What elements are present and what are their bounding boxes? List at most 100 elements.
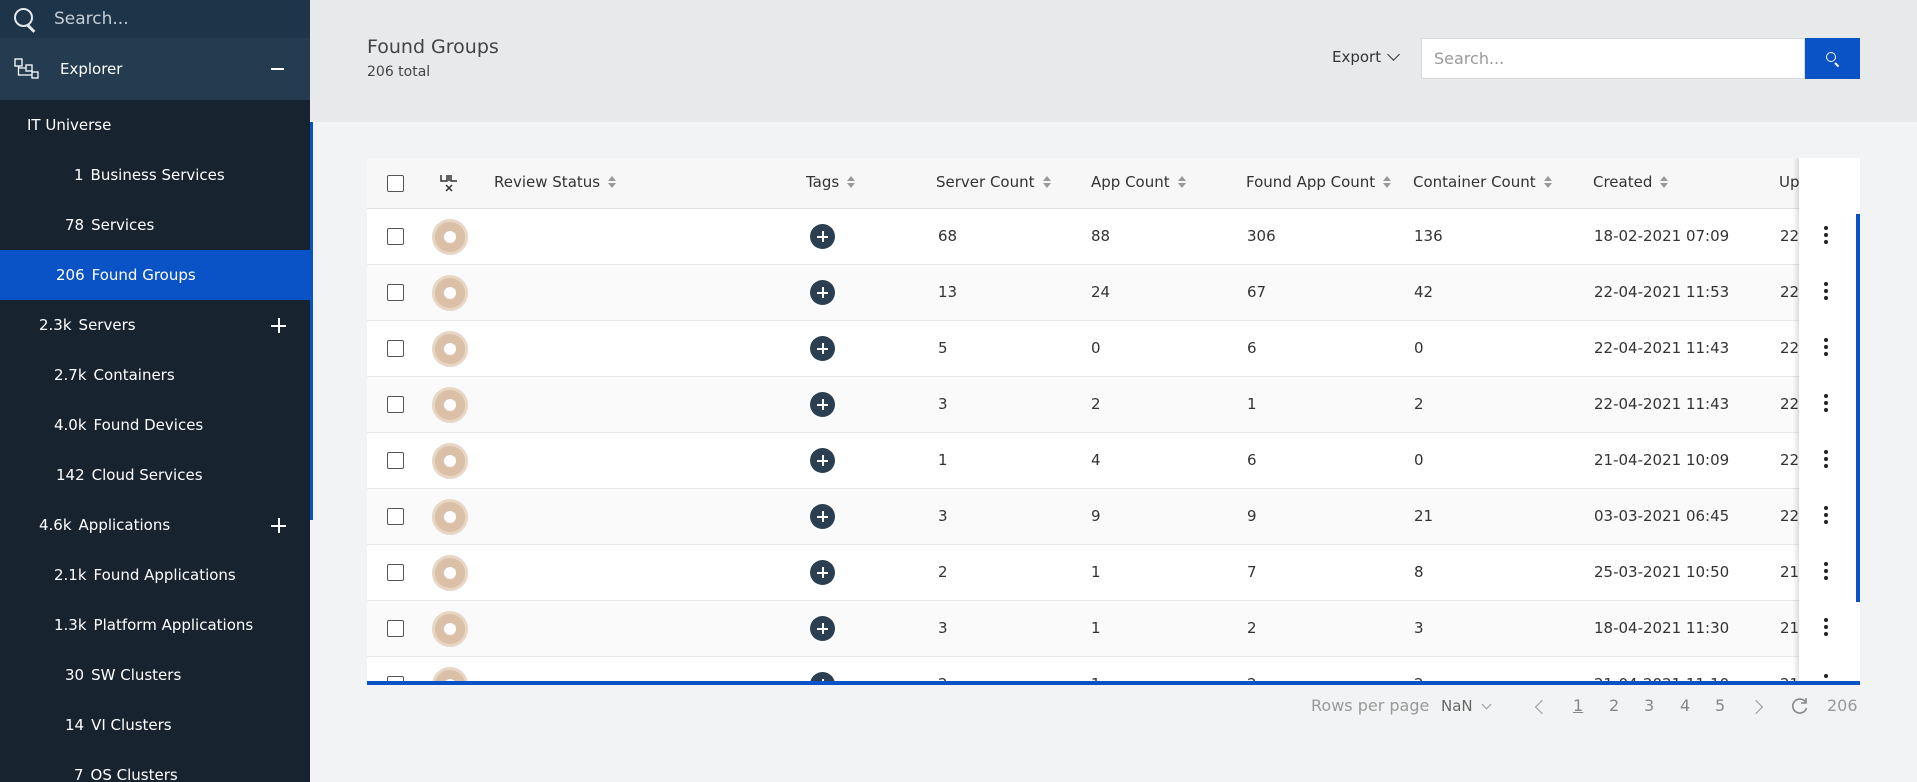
add-tag-button[interactable] — [810, 448, 835, 473]
table-row[interactable]: 3 9 9 21 03-03-2021 06:45 22- — [367, 489, 1860, 545]
expand-icon[interactable] — [271, 518, 286, 533]
row-menu-icon[interactable] — [1824, 506, 1828, 524]
sidebar-item-label: Services — [91, 216, 155, 234]
row-menu-icon[interactable] — [1824, 394, 1828, 412]
add-tag-button[interactable] — [810, 504, 835, 529]
column-container-count[interactable]: Container Count — [1413, 173, 1552, 191]
sort-icon — [847, 175, 856, 189]
cell-found-app-count: 6 — [1247, 451, 1257, 469]
row-checkbox[interactable] — [387, 508, 404, 525]
add-tag-button[interactable] — [810, 224, 835, 249]
sidebar-item-sw-clusters[interactable]: 30 SW Clusters — [0, 650, 310, 700]
add-tag-button[interactable] — [810, 616, 835, 641]
row-checkbox[interactable] — [387, 452, 404, 469]
table-row[interactable]: 3 1 2 3 18-04-2021 11:30 21- — [367, 601, 1860, 657]
table-row[interactable]: 13 24 67 42 22-04-2021 11:53 22- — [367, 265, 1860, 321]
add-tag-button[interactable] — [810, 392, 835, 417]
column-app-count[interactable]: App Count — [1091, 173, 1186, 191]
cell-container-count: 0 — [1414, 451, 1424, 469]
column-tags[interactable]: Tags — [806, 173, 856, 191]
page-1[interactable]: 1 — [1573, 696, 1583, 715]
sidebar-item-os-clusters[interactable]: 7 OS Clusters — [0, 750, 310, 782]
sidebar-item-applications[interactable]: 4.6k Applications — [0, 500, 310, 550]
add-tag-button[interactable] — [810, 336, 835, 361]
row-checkbox[interactable] — [387, 340, 404, 357]
row-checkbox[interactable] — [387, 620, 404, 637]
table-row[interactable]: 68 88 306 136 18-02-2021 07:09 22- — [367, 209, 1860, 265]
column-server-count[interactable]: Server Count — [936, 173, 1051, 191]
row-checkbox[interactable] — [387, 396, 404, 413]
page-header: Found Groups 206 total Export — [310, 0, 1917, 122]
row-menu-icon[interactable] — [1824, 618, 1828, 636]
export-label: Export — [1332, 48, 1382, 66]
sidebar-item-count: 206 — [56, 266, 85, 284]
sidebar-item-services[interactable]: 78 Services — [0, 200, 310, 250]
table-row[interactable]: 1 4 6 0 21-04-2021 10:09 22- — [367, 433, 1860, 489]
table-horizontal-scrollbar[interactable] — [367, 681, 1860, 685]
column-created[interactable]: Created — [1593, 173, 1669, 191]
page-3[interactable]: 3 — [1644, 696, 1654, 715]
row-checkbox[interactable] — [387, 228, 404, 245]
table-vertical-scrollbar[interactable] — [1856, 214, 1860, 602]
sidebar-item-platform-applications[interactable]: 1.3k Platform Applications — [0, 600, 310, 650]
row-menu-icon[interactable] — [1824, 338, 1828, 356]
sidebar-item-label: Platform Applications — [93, 616, 254, 634]
row-actions-column — [1799, 158, 1860, 684]
sidebar-item-vi-clusters[interactable]: 14 VI Clusters — [0, 700, 310, 750]
export-button[interactable]: Export — [1332, 48, 1400, 66]
search-icon[interactable] — [12, 6, 38, 32]
add-tag-button[interactable] — [810, 280, 835, 305]
search-input[interactable] — [1422, 39, 1804, 78]
next-page-icon[interactable] — [1748, 699, 1764, 715]
sidebar-item-servers[interactable]: 2.3k Servers — [0, 300, 310, 350]
sidebar-item-found-applications[interactable]: 2.1k Found Applications — [0, 550, 310, 600]
sidebar-item-cloud-services[interactable]: 142 Cloud Services — [0, 450, 310, 500]
sidebar-item-count: 30 — [65, 666, 85, 684]
expand-icon[interactable] — [271, 318, 286, 333]
column-updated[interactable]: Up — [1779, 173, 1800, 191]
table-row[interactable]: 5 0 6 0 22-04-2021 11:43 22- — [367, 321, 1860, 377]
search-button[interactable] — [1805, 38, 1860, 79]
row-checkbox[interactable] — [387, 564, 404, 581]
row-menu-icon[interactable] — [1824, 282, 1828, 300]
page-5[interactable]: 5 — [1715, 696, 1725, 715]
row-menu-icon[interactable] — [1824, 562, 1828, 580]
column-review-status[interactable]: Review Status — [494, 173, 617, 191]
column-settings-icon[interactable] — [439, 173, 459, 195]
table-row[interactable]: 3 2 1 2 22-04-2021 11:43 22- — [367, 377, 1860, 433]
cell-found-app-count: 2 — [1247, 619, 1257, 637]
table-row[interactable]: 2 1 2 2 21-04-2021 11:10 21- — [367, 657, 1860, 684]
rows-per-page-select[interactable]: NaN — [1441, 697, 1492, 715]
table-row[interactable]: 2 1 7 8 25-03-2021 10:50 21- — [367, 545, 1860, 601]
sidebar-item-label: Cloud Services — [91, 466, 203, 484]
sidebar-item-count: 2.1k — [54, 566, 87, 584]
sidebar-search-input[interactable] — [54, 9, 294, 29]
sidebar-item-business-services[interactable]: 1 Business Services — [0, 150, 310, 200]
collapse-icon[interactable] — [271, 68, 284, 70]
cell-container-count: 21 — [1414, 507, 1434, 525]
page-2[interactable]: 2 — [1609, 696, 1619, 715]
cell-created: 22-04-2021 11:43 — [1594, 395, 1730, 413]
add-tag-button[interactable] — [810, 560, 835, 585]
cell-app-count: 9 — [1091, 507, 1101, 525]
sidebar-item-found-devices[interactable]: 4.0k Found Devices — [0, 400, 310, 450]
refresh-icon[interactable] — [1791, 697, 1809, 715]
sidebar-item-found-groups[interactable]: 206 Found Groups — [0, 250, 310, 300]
cell-server-count: 3 — [938, 395, 948, 413]
previous-page-icon[interactable] — [1534, 699, 1550, 715]
group-avatar-icon — [432, 499, 468, 535]
explorer-header[interactable]: Explorer — [0, 38, 310, 100]
rows-per-page-label: Rows per page — [1311, 696, 1430, 715]
sidebar-item-containers[interactable]: 2.7k Containers — [0, 350, 310, 400]
cell-found-app-count: 306 — [1247, 227, 1276, 245]
page-4[interactable]: 4 — [1680, 696, 1690, 715]
sidebar-item-it-universe[interactable]: IT Universe — [0, 100, 310, 150]
sort-icon — [608, 175, 617, 189]
sidebar-item-label: Found Applications — [93, 566, 236, 584]
total-rows: 206 — [1827, 696, 1858, 715]
row-checkbox[interactable] — [387, 284, 404, 301]
column-found-app-count[interactable]: Found App Count — [1246, 173, 1392, 191]
row-menu-icon[interactable] — [1824, 450, 1828, 468]
select-all-checkbox[interactable] — [387, 175, 404, 192]
row-menu-icon[interactable] — [1824, 226, 1828, 244]
